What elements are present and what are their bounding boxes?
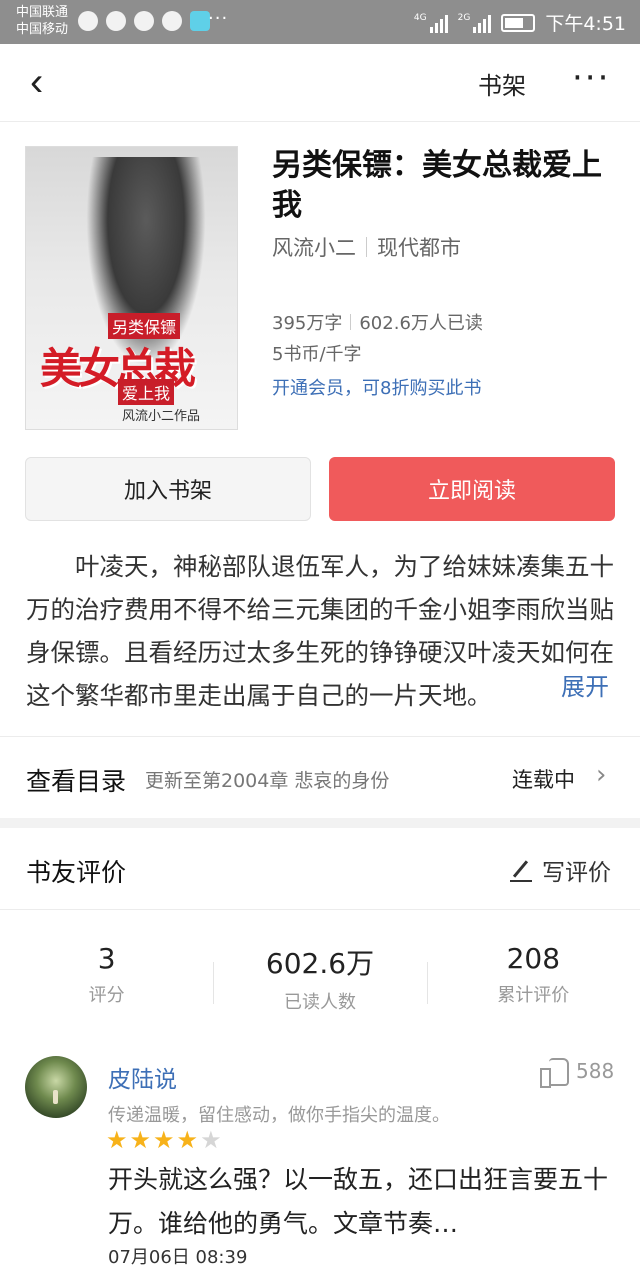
book-category[interactable]: 现代都市 [377,232,461,262]
status-bar: 中国联通 中国移动 ··· 4G 2G 下午4:51 [0,0,640,44]
like-button[interactable]: 588 [540,1056,615,1088]
carrier-2: 中国移动 [16,22,69,37]
vpn-icon [162,11,182,31]
star-filled-icon: ★ [176,1126,199,1154]
book-cover[interactable]: 另类保镖 美女总裁 爱上我 风流小二作品 [25,146,238,430]
rating-stars: ★ ★ ★ ★ ★ [106,1128,222,1152]
book-title: 另类保镖：美女总裁爱上我 [272,148,602,223]
user-signature: 传递温暖，留住感动，做你手指尖的温度。 [108,1105,450,1126]
stat-value: 3 [97,942,116,975]
chevron-right-icon: › [596,760,607,790]
signal-4g-icon: 4G [414,13,448,33]
stat-value: 602.6万 [265,947,375,980]
divider [366,237,367,257]
reader-count: 602.6万人已读 [359,313,483,334]
review-stats: 3 评分 602.6万 已读人数 208 累计评价 [0,930,640,1020]
section-gap [0,818,640,828]
star-filled-icon: ★ [153,1126,175,1154]
pen-icon [510,859,532,882]
star-empty-icon: ★ [200,1126,222,1154]
stat-readers: 602.6万 已读人数 [213,930,426,1020]
book-price: 5书币/千字 [272,344,362,365]
latest-chapter: 更新至第2004章 悲哀的身份 [145,770,390,792]
back-arrow-icon[interactable]: ‹ [30,62,43,102]
bookshelf-link[interactable]: 书架 [478,66,526,101]
book-intro: 叶凌天，神秘部队退伍军人，为了给妹妹凑集五十万的治疗费用不得不给三元集团的千金小… [26,552,614,710]
stat-label: 评分 [88,985,125,1006]
expand-intro-link[interactable]: 展开 [545,672,609,702]
book-author-category: 风流小二 现代都市 [272,232,461,262]
stat-value: 208 [506,942,561,975]
avatar[interactable] [25,1056,87,1118]
reviews-title: 书友评价 [26,858,127,887]
stat-label: 累计评价 [497,985,570,1006]
like-count: 588 [576,1059,615,1083]
review-text[interactable]: 开头就这么强？以一敌五，还口出狂言要五十万。谁给他的勇气。文章节奏… [108,1158,608,1246]
battery-icon [501,13,536,32]
top-nav: ‹ 书架 ··· [0,44,640,122]
paw-icon [134,11,154,31]
status-time: 下午4:51 [545,13,626,35]
star-filled-icon: ★ [129,1126,152,1154]
review-username[interactable]: 皮陆说 [108,1060,177,1094]
add-to-shelf-button[interactable]: 加入书架 [25,457,311,521]
signal-2g-icon: 2G [458,13,492,33]
book-author[interactable]: 风流小二 [272,232,356,262]
catalog-row[interactable]: 查看目录 更新至第2004章 悲哀的身份 连载中 › [0,736,640,818]
write-review-label: 写评价 [542,860,611,886]
catalog-title: 查看目录 [26,767,127,796]
vip-promo-link[interactable]: 开通会员，可8折购买此书 [272,374,481,400]
divider [0,909,640,910]
cover-tagline: 爱上我 [118,379,175,405]
book-stats: 395万字 602.6万人已读 [272,309,483,335]
star-filled-icon: ★ [106,1126,128,1154]
cover-author: 风流小二作品 [122,409,201,424]
read-now-button[interactable]: 立即阅读 [329,457,615,521]
stat-label: 已读人数 [283,992,356,1013]
review-date: 07月06日 08:39 [108,1247,248,1268]
divider [350,314,352,330]
status-right: 4G 2G 下午4:51 [414,9,626,36]
word-count: 395万字 [272,313,343,334]
weibo-icon [78,11,98,31]
more-notifications-icon: ··· [208,8,229,29]
serial-status: 连载中 [512,768,575,792]
stat-total-reviews: 208 累计评价 [426,930,640,1020]
thumbs-up-icon [540,1056,570,1088]
carrier-1: 中国联通 [16,5,69,20]
stat-rating: 3 评分 [0,930,213,1020]
more-menu-icon[interactable]: ··· [572,58,610,98]
reader-app-icon [190,11,210,31]
carrier-info: 中国联通 中国移动 [16,4,68,38]
notification-icons [78,11,210,31]
write-review-button[interactable]: 写评价 [510,853,611,887]
chat-icon [106,11,126,31]
